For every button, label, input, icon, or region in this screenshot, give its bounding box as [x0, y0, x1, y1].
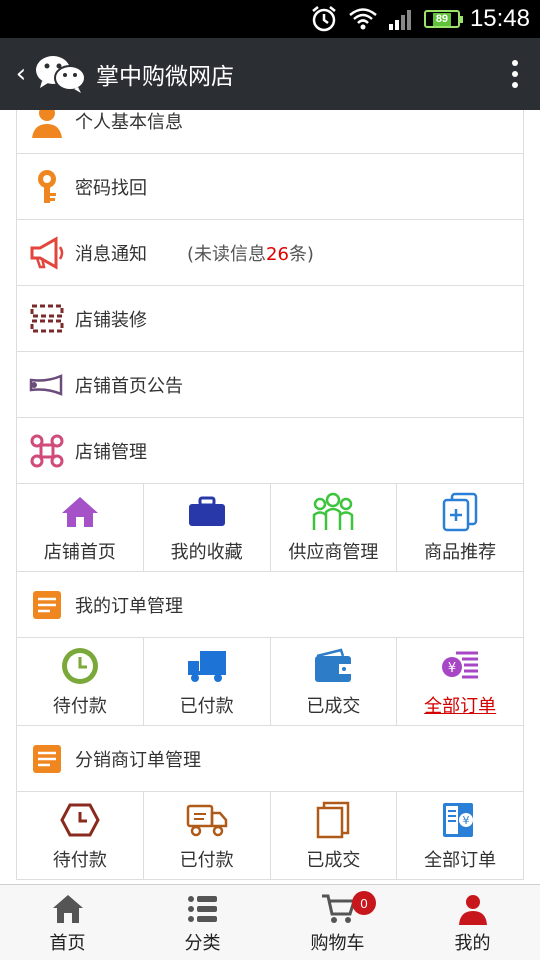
- section-my-orders[interactable]: 我的订单管理: [17, 572, 523, 638]
- grid-item-favorites[interactable]: 我的收藏: [144, 484, 271, 571]
- order-completed[interactable]: 已成交: [271, 638, 398, 725]
- tab-label: 我的: [454, 932, 491, 954]
- tab-label: 首页: [49, 932, 86, 954]
- grid-item-label: 我的收藏: [170, 541, 243, 563]
- grid-item-shop-home[interactable]: 店铺首页: [17, 484, 144, 571]
- megaphone-icon: [29, 235, 65, 271]
- unread-count-note: (未读信息26条): [187, 243, 314, 265]
- cards-icon: [438, 492, 482, 532]
- svg-text:¥: ¥: [463, 814, 470, 827]
- order-note-icon: [29, 587, 65, 623]
- clock-icon: [58, 646, 102, 686]
- menu-item-notifications[interactable]: 消息通知 (未读信息26条): [17, 220, 523, 286]
- user-icon: [457, 891, 489, 927]
- command-icon: [29, 433, 65, 469]
- order-note-icon: [29, 741, 65, 777]
- home-icon: [51, 891, 85, 927]
- dist-order-completed[interactable]: 已成交: [271, 792, 398, 879]
- doc-outline-icon: [311, 800, 355, 840]
- list-icon: [187, 891, 219, 927]
- section-label: 分销商订单管理: [75, 749, 201, 771]
- menu-item-shop-announcement[interactable]: 店铺首页公告: [17, 352, 523, 418]
- title-bar: ‹ 掌中购微网店: [0, 38, 540, 110]
- bottom-nav: 首页 分类 购物车 0 我的: [0, 884, 540, 960]
- my-orders-grid: 待付款 已付款 已成交 ¥ 全部订单: [17, 638, 523, 726]
- tab-label: 购物车: [310, 932, 365, 954]
- menu-item-shop-management[interactable]: 店铺管理: [17, 418, 523, 484]
- menu-list: 个人基本信息 密码找回 消息通知 (未读信息26条) 店铺装修 店铺首页公告 店…: [16, 110, 524, 880]
- person-icon: [29, 110, 65, 139]
- menu-item-label: 店铺装修: [75, 309, 147, 331]
- wallet-icon: [311, 646, 355, 686]
- order-paid[interactable]: 已付款: [144, 638, 271, 725]
- key-icon: [29, 169, 65, 205]
- yen-book-icon: ¥: [438, 800, 482, 840]
- grid-item-supplier-management[interactable]: 供应商管理: [271, 484, 398, 571]
- battery-icon: 89: [423, 10, 463, 28]
- horn-icon: [29, 367, 65, 403]
- tab-mine[interactable]: 我的: [405, 885, 540, 960]
- people-icon: [311, 492, 355, 532]
- order-label: 全部订单: [424, 695, 497, 717]
- home-icon: [58, 492, 102, 532]
- cart-icon: [320, 891, 356, 927]
- grid-item-label: 商品推荐: [424, 541, 497, 563]
- briefcase-icon: [185, 492, 229, 532]
- shop-grid: 店铺首页 我的收藏 供应商管理 商品推荐: [17, 484, 523, 572]
- menu-item-profile[interactable]: 个人基本信息: [17, 110, 523, 154]
- decoration-icon: [29, 301, 65, 337]
- truck-outline-icon: [185, 800, 229, 840]
- more-menu-icon[interactable]: [490, 60, 540, 88]
- order-label: 已成交: [306, 849, 361, 871]
- tab-home[interactable]: 首页: [0, 885, 135, 960]
- truck-icon: [185, 646, 229, 686]
- main-content: 个人基本信息 密码找回 消息通知 (未读信息26条) 店铺装修 店铺首页公告 店…: [0, 110, 540, 884]
- menu-item-label: 店铺管理: [75, 441, 147, 463]
- cart-count-badge: 0: [352, 891, 376, 915]
- menu-item-label: 个人基本信息: [75, 111, 183, 133]
- unread-count: 26: [266, 243, 289, 265]
- grid-item-label: 供应商管理: [288, 541, 379, 563]
- svg-text:¥: ¥: [448, 661, 456, 676]
- order-label: 已付款: [179, 695, 234, 717]
- order-label: 已付款: [179, 849, 234, 871]
- page-title: 掌中购微网店: [96, 64, 234, 90]
- back-button[interactable]: ‹: [0, 59, 34, 89]
- status-time: 15:48: [469, 5, 530, 32]
- dist-order-all[interactable]: ¥ 全部订单: [397, 792, 523, 879]
- wechat-logo-icon: [34, 54, 86, 94]
- tab-category[interactable]: 分类: [135, 885, 270, 960]
- menu-item-label: 店铺首页公告: [75, 375, 183, 397]
- order-all[interactable]: ¥ 全部订单: [397, 638, 523, 725]
- dist-order-pending-payment[interactable]: 待付款: [17, 792, 144, 879]
- menu-item-shop-decoration[interactable]: 店铺装修: [17, 286, 523, 352]
- status-bar: 89 15:48: [0, 0, 540, 38]
- section-distributor-orders[interactable]: 分销商订单管理: [17, 726, 523, 792]
- tab-cart[interactable]: 购物车 0: [270, 885, 405, 960]
- order-label: 全部订单: [424, 849, 497, 871]
- grid-item-product-recommend[interactable]: 商品推荐: [397, 484, 523, 571]
- distributor-orders-grid: 待付款 已付款 已成交 ¥ 全部订单: [17, 792, 523, 880]
- order-label: 已成交: [306, 695, 361, 717]
- yen-list-icon: ¥: [438, 646, 482, 686]
- order-pending-payment[interactable]: 待付款: [17, 638, 144, 725]
- order-label: 待付款: [52, 849, 107, 871]
- menu-item-label: 消息通知: [75, 243, 147, 265]
- grid-item-label: 店铺首页: [43, 541, 116, 563]
- wifi-icon: [348, 7, 378, 31]
- menu-item-label: 密码找回: [75, 177, 147, 199]
- dist-order-paid[interactable]: 已付款: [144, 792, 271, 879]
- menu-item-password-recovery[interactable]: 密码找回: [17, 154, 523, 220]
- clock-outline-icon: [58, 800, 102, 840]
- alarm-icon: [310, 5, 338, 33]
- tab-label: 分类: [184, 932, 221, 954]
- signal-icon: [388, 8, 414, 30]
- section-label: 我的订单管理: [75, 595, 183, 617]
- order-label: 待付款: [52, 695, 107, 717]
